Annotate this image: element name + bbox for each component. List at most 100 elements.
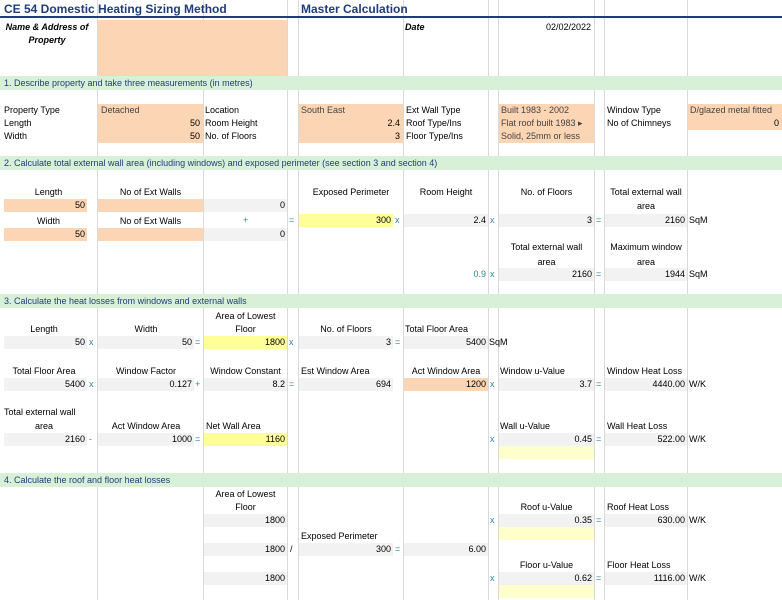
location-label: Location	[205, 105, 240, 115]
act-window-value-2: 1000	[98, 433, 194, 446]
s2-ext-walls-input[interactable]	[98, 199, 203, 212]
s3-lowest-floor-label-b: Floor	[235, 324, 256, 334]
window-type-label: Window Type	[607, 105, 661, 115]
floor-u-input[interactable]	[499, 585, 594, 598]
times-operator: x	[289, 337, 294, 347]
window-loss-label: Window Heat Loss	[607, 366, 683, 376]
floor-u-value: 0.62	[499, 572, 594, 585]
total-floor-value: 5400	[404, 336, 488, 349]
floor-u-label: Floor u-Value	[519, 560, 574, 570]
wall-u-label: Wall u-Value	[500, 421, 551, 431]
s2-width-label: Width	[36, 216, 60, 226]
width-input[interactable]: 50	[98, 130, 203, 143]
s3-lowest-floor-value: 1800	[204, 336, 287, 349]
total-ext-wall-value-2: 2160	[499, 268, 594, 281]
unit-sqm: SqM	[689, 215, 708, 225]
unit-sqm: SqM	[689, 269, 708, 279]
exposed-perimeter-label: Exposed Perimeter	[312, 187, 390, 197]
unit-wk: W/K	[689, 515, 706, 525]
perimeter-ratio-value: 6.00	[404, 543, 488, 556]
times-operator: x	[490, 515, 495, 525]
floors-input[interactable]: 3	[299, 130, 403, 143]
floors-label: No. of Floors	[205, 131, 257, 141]
total-ext-wall-label-b: area	[636, 201, 655, 211]
roof-type-select[interactable]: Flat roof built 1983 ▸	[499, 117, 594, 130]
wall-loss-value: 522.00	[605, 433, 687, 446]
s3-length-value: 50	[4, 336, 87, 349]
spreadsheet: CE 54 Domestic Heating Sizing Method Mas…	[0, 0, 782, 600]
plus-operator: +	[243, 215, 249, 225]
room-height-label: Room Height	[205, 118, 258, 128]
s4-lowest-floor-value-3: 1800	[204, 572, 287, 585]
act-window-label: Act Window Area	[411, 366, 481, 376]
width-label: Width	[4, 131, 28, 141]
length-label: Length	[4, 118, 32, 128]
floor-loss-value: 1116.00	[605, 572, 687, 585]
s4-exposed-perimeter-label: Exposed Perimeter	[301, 531, 378, 541]
s2-width-input[interactable]: 50	[4, 228, 87, 241]
chimneys-label: No of Chimneys	[607, 118, 672, 128]
tfa-label-2: Total Floor Area	[12, 366, 76, 376]
s2-room-height-value: 2.4	[404, 214, 488, 227]
date-value[interactable]: 02/02/2022	[499, 21, 591, 34]
wall-loss-label: Wall Heat Loss	[607, 421, 668, 431]
chimneys-input[interactable]: 0	[688, 117, 782, 130]
section-1-header: 1. Describe property and take three meas…	[0, 76, 782, 90]
equals-operator: =	[596, 379, 602, 389]
s2-ext-walls-result-2: 0	[204, 228, 287, 241]
wall-u-input[interactable]	[499, 446, 594, 459]
equals-operator: =	[596, 269, 602, 279]
window-u-value: 3.7	[499, 378, 594, 391]
s3-floors-label: No. of Floors	[320, 324, 372, 334]
s4-lowest-floor-label: Area of Lowest	[215, 489, 276, 499]
equals-operator: =	[195, 434, 201, 444]
total-ext-wall-label-2: Total external wall	[510, 242, 583, 252]
section-2-header: 2. Calculate total external wall area (i…	[0, 156, 782, 170]
s3-floors-value: 3	[299, 336, 393, 349]
roof-u-input[interactable]	[499, 527, 594, 540]
window-factor-value-s3: 0.127	[98, 378, 194, 391]
max-window-value: 1944	[605, 268, 687, 281]
roof-loss-value: 630.00	[605, 514, 687, 527]
length-input[interactable]: 50	[98, 117, 203, 130]
total-floor-label: Total Floor Area	[405, 324, 469, 334]
floor-type-select[interactable]: Solid, 25mm or less	[499, 130, 594, 143]
s4-exposed-perimeter-value: 300	[299, 543, 393, 556]
equals-operator: =	[195, 337, 201, 347]
name-address-input[interactable]	[98, 20, 287, 76]
times-operator: x	[89, 379, 94, 389]
total-ext-wall-value: 2160	[605, 214, 687, 227]
act-window-input[interactable]: 1200	[404, 378, 488, 391]
s2-ext-walls-input-2[interactable]	[98, 228, 203, 241]
roof-type-label: Roof Type/Ins	[406, 118, 462, 128]
unit-wk: W/K	[689, 573, 706, 583]
roof-u-value: 0.35	[499, 514, 594, 527]
section-4-header: 4. Calculate the roof and floor heat los…	[0, 473, 782, 487]
tewa-label: Total external wall	[4, 407, 76, 417]
room-height-input[interactable]: 2.4	[299, 117, 403, 130]
s3-width-label: Width	[134, 324, 158, 334]
s3-length-label: Length	[30, 324, 58, 334]
times-operator: x	[490, 269, 495, 279]
act-window-label-2: Act Window Area	[111, 421, 181, 431]
s2-length-input[interactable]: 50	[4, 199, 87, 212]
s4-lowest-floor-value: 1800	[204, 514, 287, 527]
window-loss-value: 4440.00	[605, 378, 687, 391]
window-type-select[interactable]: D/glazed metal fitted	[688, 104, 782, 117]
equals-operator: =	[596, 515, 602, 525]
est-window-label: Est Window Area	[301, 366, 370, 376]
s2-floors-label: No. of Floors	[520, 187, 573, 197]
location-select[interactable]: South East	[299, 104, 403, 117]
s4-lowest-floor-value-2: 1800	[204, 543, 287, 556]
window-u-label: Window u-Value	[500, 366, 565, 376]
times-operator: x	[395, 215, 400, 225]
tfa-value-2: 5400	[4, 378, 87, 391]
s2-room-height-label: Room Height	[419, 187, 473, 197]
property-type-select[interactable]: Detached	[98, 104, 203, 117]
plus-operator: +	[195, 379, 201, 389]
ext-wall-type-select[interactable]: Built 1983 - 2002	[499, 104, 594, 117]
s3-width-value: 50	[98, 336, 194, 349]
equals-operator: =	[395, 337, 401, 347]
s2-ext-walls-label: No of Ext Walls	[119, 187, 182, 197]
date-label: Date	[405, 22, 425, 32]
